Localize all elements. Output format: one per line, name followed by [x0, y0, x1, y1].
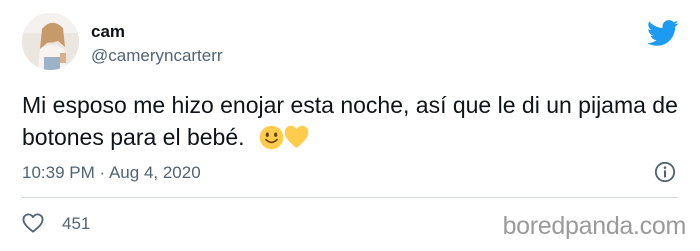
heart-outline-icon[interactable] [22, 213, 44, 233]
like-count: 451 [62, 214, 91, 233]
tweet-body: Mi esposo me hizo enojar esta noche, así… [22, 92, 678, 150]
tweet-time: 10:39 PM [22, 163, 95, 182]
watermark: boredpanda.com [502, 212, 687, 240]
tweet-text: Mi esposo me hizo enojar esta noche, así… [22, 89, 682, 153]
tweet-date: Aug 4, 2020 [108, 163, 201, 182]
display-name[interactable]: cam [91, 22, 125, 42]
tweet-timestamp[interactable]: 10:39 PM · Aug 4, 2020 [22, 162, 201, 184]
divider [22, 197, 678, 198]
slightly-smiling-face-icon [259, 125, 283, 150]
avatar[interactable] [22, 13, 79, 70]
twitter-bird-icon [647, 20, 679, 46]
tweet-card: cam @cameryncarterr Mi esposo me hizo en… [0, 0, 700, 251]
meta-separator: · [99, 163, 106, 182]
info-icon[interactable] [654, 161, 676, 183]
emoji-group [259, 124, 309, 150]
yellow-heart-icon [284, 125, 308, 148]
user-handle[interactable]: @cameryncarterr [91, 46, 223, 66]
